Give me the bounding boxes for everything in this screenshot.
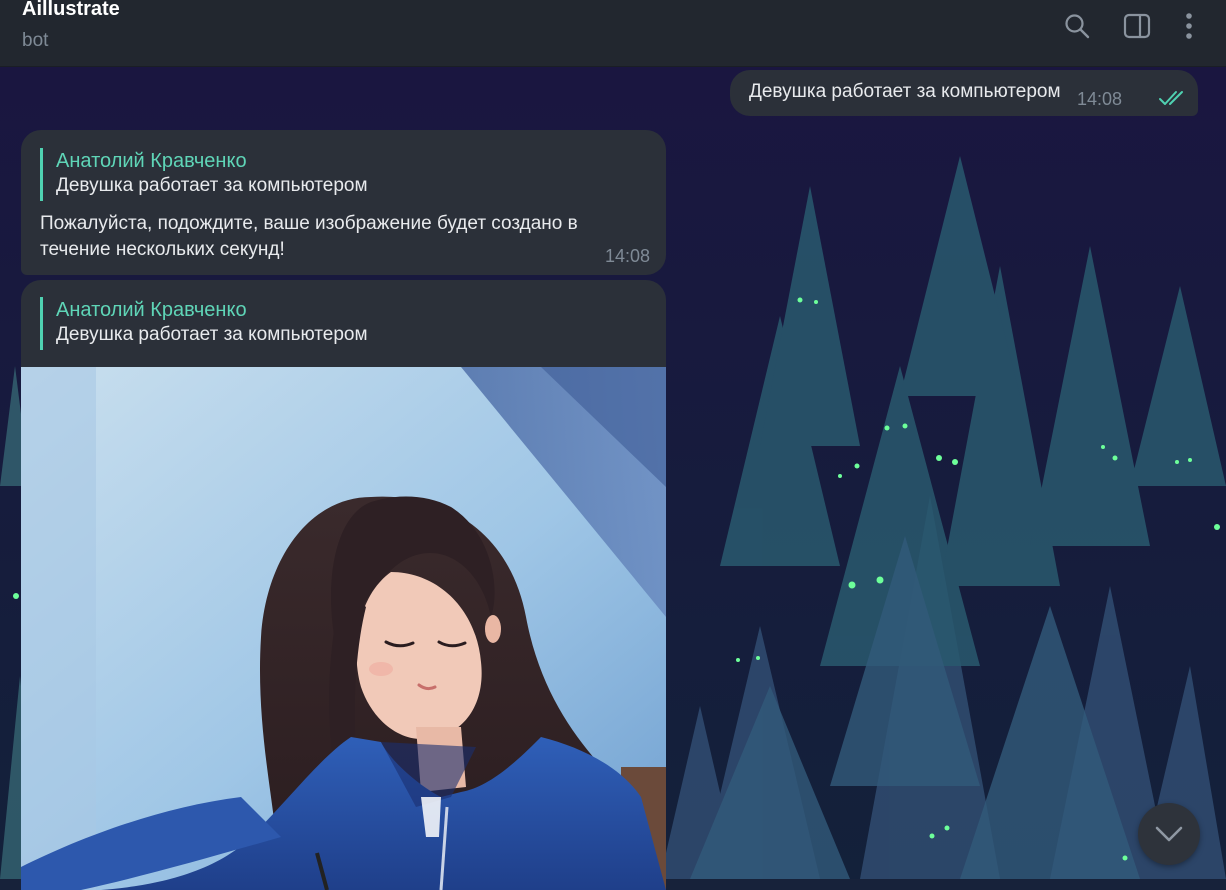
sidebar-toggle-button[interactable]	[1120, 10, 1154, 42]
more-vertical-icon	[1186, 13, 1192, 39]
chat-status: bot	[22, 30, 49, 51]
reply-author: Анатолий Кравченко	[56, 299, 247, 321]
outgoing-message[interactable]: Девушка работает за компьютером 14:08	[730, 70, 1198, 116]
reply-quote[interactable]: Анатолий Кравченко Девушка работает за к…	[40, 297, 620, 350]
sidebar-toggle-icon	[1123, 13, 1151, 39]
message-time: 14:08	[1076, 89, 1122, 109]
incoming-message[interactable]: Анатолий Кравченко Девушка работает за к…	[21, 130, 666, 275]
incoming-image-message[interactable]: Анатолий Кравченко Девушка работает за к…	[21, 280, 666, 890]
more-button[interactable]	[1172, 10, 1206, 42]
message-text: Пожалуйста, подождите, ваше изображение …	[40, 213, 578, 260]
message-time: 14:08	[604, 246, 650, 266]
scroll-to-bottom-button[interactable]	[1138, 803, 1200, 865]
search-icon	[1065, 14, 1090, 39]
reply-quote[interactable]: Анатолий Кравченко Девушка работает за к…	[40, 148, 620, 201]
reply-text: Девушка работает за компьютером	[56, 324, 368, 345]
reply-author: Анатолий Кравченко	[56, 150, 247, 172]
generated-image[interactable]	[21, 367, 666, 890]
chevron-down-icon	[1155, 826, 1183, 842]
reply-text: Девушка работает за компьютером	[56, 175, 368, 196]
search-button[interactable]	[1060, 10, 1094, 42]
double-check-icon	[1159, 91, 1183, 105]
chat-header: Aillustrate bot	[0, 0, 1226, 67]
chat-title[interactable]: Aillustrate	[22, 0, 120, 21]
